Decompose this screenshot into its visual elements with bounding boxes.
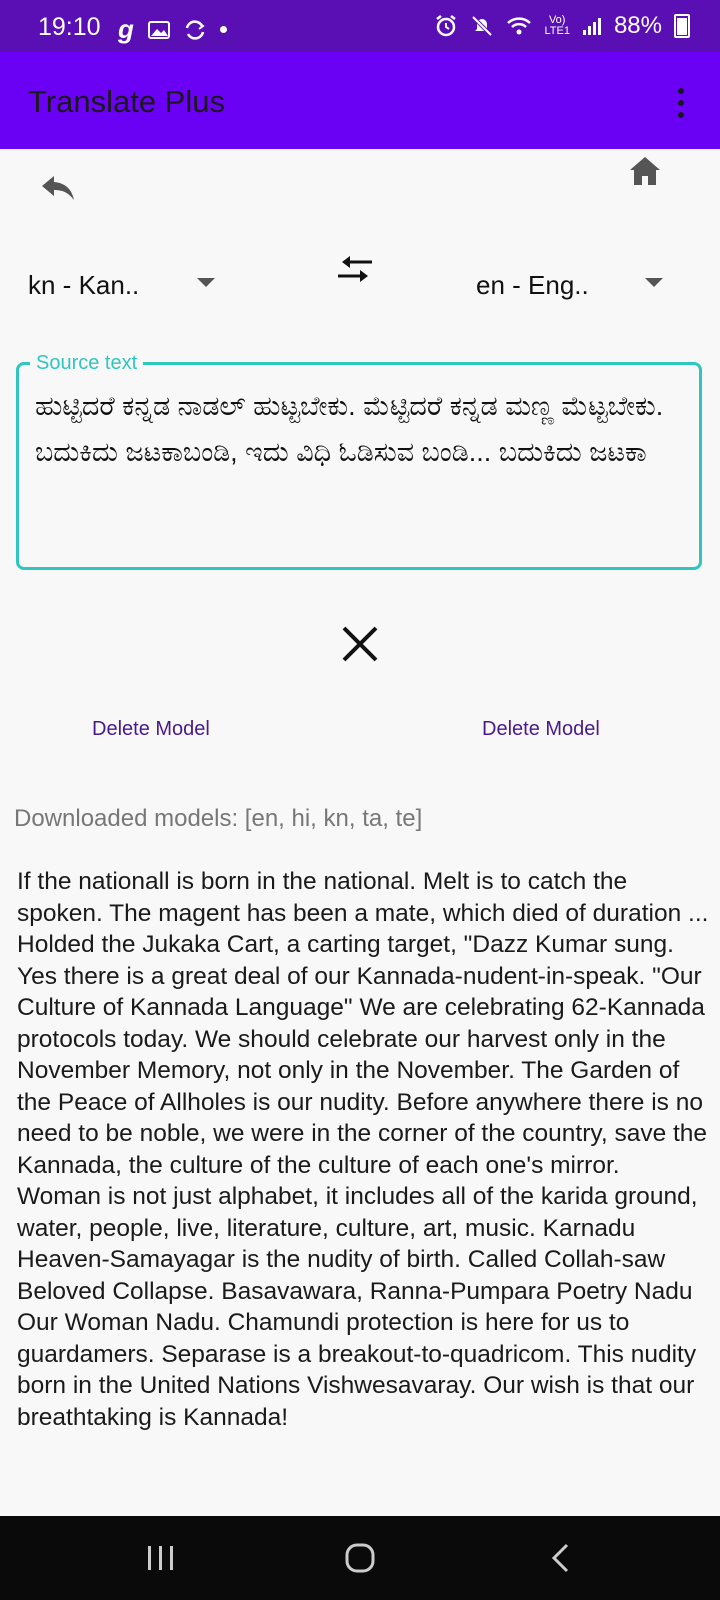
battery-percent: 88%	[613, 12, 662, 39]
volte-icon: Vo) LTE1	[544, 14, 570, 37]
source-text-field[interactable]: ಹುಟ್ಟಿದರೆ ಕನ್ನಡ ನಾಡಲ್ ಹುಟ್ಟಬೇಕು. ಮೆಟ್ಟಿದ…	[16, 362, 702, 570]
status-bar: 19:10 g Vo) LTE1 88%	[0, 0, 720, 52]
chevron-down-icon[interactable]	[197, 278, 215, 287]
target-language-select[interactable]: en - Eng..	[476, 270, 589, 301]
delete-target-model-button[interactable]: Delete Model	[482, 718, 600, 741]
translated-text: If the nationall is born in the national…	[17, 868, 709, 1431]
back-nav-icon[interactable]	[550, 1542, 570, 1574]
more-vert-icon[interactable]	[678, 88, 686, 118]
status-left-icons: g	[118, 14, 227, 45]
sync-icon	[185, 19, 205, 40]
home-icon[interactable]	[628, 154, 662, 188]
app-title: Translate Plus	[28, 84, 225, 119]
gallery-icon	[147, 20, 170, 39]
reply-icon[interactable]	[40, 172, 76, 204]
mute-icon	[472, 15, 493, 37]
downloaded-models: Downloaded models: [en, hi, kn, ta, te]	[14, 805, 423, 832]
source-text-label: Source text	[30, 352, 144, 375]
battery-icon	[674, 14, 690, 38]
signal-icon	[582, 18, 601, 35]
alarm-icon	[436, 15, 457, 37]
status-right-icons: Vo) LTE1 88%	[434, 12, 690, 40]
source-text-value[interactable]: ಹುಟ್ಟಿದರೆ ಕನ್ನಡ ನಾಡಲ್ ಹುಟ್ಟಬೇಕು. ಮೆಟ್ಟಿದ…	[35, 383, 685, 475]
dot-icon	[219, 26, 227, 33]
swap-icon[interactable]	[336, 256, 374, 284]
chevron-down-icon[interactable]	[645, 278, 663, 287]
close-icon[interactable]	[340, 624, 380, 664]
navigation-bar	[0, 1516, 720, 1600]
home-nav-icon[interactable]	[344, 1542, 376, 1574]
recent-apps-icon[interactable]	[146, 1544, 176, 1572]
wifi-icon	[507, 17, 532, 35]
app-bar: Translate Plus	[0, 52, 720, 149]
source-language-select[interactable]: kn - Kan..	[28, 270, 139, 301]
g-icon: g	[118, 14, 134, 44]
delete-source-model-button[interactable]: Delete Model	[92, 718, 210, 741]
status-time: 19:10	[38, 13, 101, 41]
